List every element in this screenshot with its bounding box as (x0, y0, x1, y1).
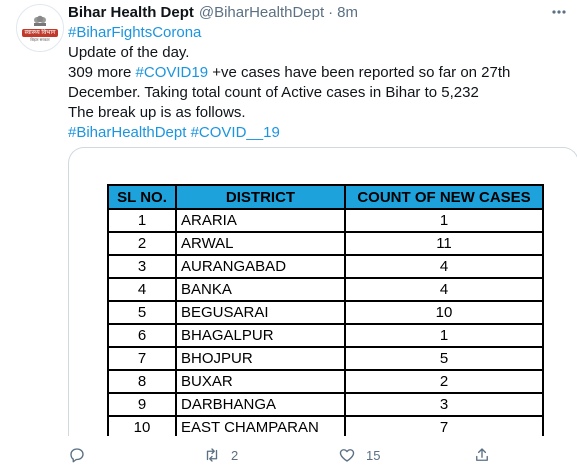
user-handle[interactable]: @BiharHealthDept (199, 4, 324, 21)
cell-district: EAST CHAMPARAN (175, 415, 346, 436)
retweet-icon (206, 448, 218, 462)
cell-district: BHAGALPUR (175, 323, 346, 348)
table-row: 4 BANKA 4 (107, 277, 544, 302)
hashtag-bihar-health-dept[interactable]: #BiharHealthDept (68, 124, 186, 141)
table-row: 5 BEGUSARAI 10 (107, 300, 544, 325)
cell-count: 1 (344, 208, 544, 233)
cell-district: BUXAR (175, 369, 346, 394)
cell-district: AURANGABAD (175, 254, 346, 279)
cell-district: BHOJPUR (175, 346, 346, 371)
cell-sl-no: 10 (107, 415, 177, 436)
tweet-header: Bihar Health Dept @BiharHealthDept · 8m (68, 1, 568, 23)
table-row: 2 ARWAL 11 (107, 231, 544, 256)
table-row: 6 BHAGALPUR 1 (107, 323, 544, 348)
tweet: Bihar Health Dept @BiharHealthDept · 8m … (68, 0, 568, 143)
tweet-text: #BiharFightsCorona Update of the day. 30… (68, 23, 568, 143)
cell-count: 4 (344, 277, 544, 302)
share-icon (476, 448, 488, 461)
tweet-line-suffix: +ve cases have been reported so far on 2… (208, 64, 511, 81)
logo-subtext: बिहार सरकार (30, 37, 50, 42)
retweet-button[interactable]: 2 (203, 446, 238, 464)
table-header-row: SL NO. DISTRICT COUNT OF NEW CASES (107, 184, 544, 210)
cell-sl-no: 1 (107, 208, 177, 233)
header-sl-no: SL NO. (107, 184, 177, 210)
cell-count: 10 (344, 300, 544, 325)
cell-district: BANKA (175, 277, 346, 302)
cell-count: 2 (344, 369, 544, 394)
cell-sl-no: 2 (107, 231, 177, 256)
display-name[interactable]: Bihar Health Dept (68, 4, 194, 21)
cell-count: 7 (344, 415, 544, 436)
cell-district: BEGUSARAI (175, 300, 346, 325)
hashtag-bihar-fights-corona[interactable]: #BiharFightsCorona (68, 24, 201, 41)
cell-count: 5 (344, 346, 544, 371)
table-row: 8 BUXAR 2 (107, 369, 544, 394)
retweet-count: 2 (231, 447, 239, 463)
cell-district: DARBHANGA (175, 392, 346, 417)
tweet-line-prefix: 309 more (68, 64, 136, 81)
like-count: 15 (366, 447, 381, 463)
hashtag-covid19[interactable]: #COVID19 (136, 64, 209, 81)
tweet-timestamp[interactable]: 8m (337, 4, 358, 21)
tweet-actions: 2 15 (68, 444, 558, 466)
like-button[interactable]: 15 (338, 446, 380, 464)
more-options-icon[interactable] (544, 0, 574, 24)
cell-sl-no: 6 (107, 323, 177, 348)
cell-district: ARARIA (175, 208, 346, 233)
hashtag-covid-19[interactable]: #COVID__19 (191, 124, 280, 141)
cell-count: 1 (344, 323, 544, 348)
media-image[interactable]: SL NO. DISTRICT COUNT OF NEW CASES 1 ARAR… (68, 147, 577, 436)
tweet-line: December. Taking total count of Active c… (68, 84, 479, 101)
heart-icon (339, 449, 355, 462)
header-district: DISTRICT (175, 184, 346, 210)
cell-sl-no: 3 (107, 254, 177, 279)
table-row: 1 ARARIA 1 (107, 208, 544, 233)
emblem-icon (34, 15, 46, 26)
cell-count: 11 (344, 231, 544, 256)
table-row: 10 EAST CHAMPARAN 7 (107, 415, 544, 436)
cell-sl-no: 5 (107, 300, 177, 325)
cell-sl-no: 9 (107, 392, 177, 417)
share-button[interactable] (473, 446, 491, 464)
cell-sl-no: 7 (107, 346, 177, 371)
separator-dot: · (328, 3, 334, 21)
tweet-line: The break up is as follows. (68, 104, 246, 121)
cell-district: ARWAL (175, 231, 346, 256)
cases-table: SL NO. DISTRICT COUNT OF NEW CASES 1 ARAR… (107, 184, 544, 436)
table-row: 9 DARBHANGA 3 (107, 392, 544, 417)
cell-sl-no: 4 (107, 277, 177, 302)
cell-sl-no: 8 (107, 369, 177, 394)
cell-count: 4 (344, 254, 544, 279)
tweet-line: Update of the day. (68, 44, 190, 61)
header-count: COUNT OF NEW CASES (344, 184, 544, 210)
table-row: 3 AURANGABAD 4 (107, 254, 544, 279)
table-row: 7 BHOJPUR 5 (107, 346, 544, 371)
cell-count: 3 (344, 392, 544, 417)
reply-button[interactable] (68, 446, 86, 464)
reply-icon (70, 448, 84, 463)
logo-text: स्वास्थ्य विभाग (21, 29, 59, 37)
avatar[interactable]: स्वास्थ्य विभाग बिहार सरकार (16, 4, 64, 52)
